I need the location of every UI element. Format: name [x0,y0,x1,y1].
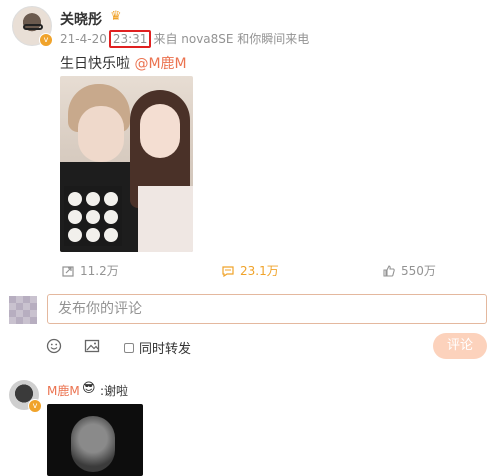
emoji-icon[interactable] [46,338,62,354]
like-count: 550万 [401,264,436,278]
verified-badge-icon: v [39,33,53,47]
author-avatar[interactable]: v [12,6,53,47]
photo-person-face [140,104,180,158]
verified-badge-icon: v [28,399,42,413]
comment-icon [222,265,234,277]
submit-comment-button[interactable]: 评论 [433,333,487,359]
photo-rose-box [64,186,122,246]
forward-checkbox[interactable] [124,342,134,353]
reply-author-name[interactable]: M鹿M [47,382,80,399]
post-time-highlight: 23:31 [108,30,152,48]
forward-icon [62,265,74,277]
photo-person-shirt [138,186,193,252]
post-source: 来自 nova8SE 和你瞬间来电 [153,32,310,46]
reply-text: :谢啦 [100,384,129,398]
reply-emoji: 😎 [82,381,96,396]
author-name[interactable]: 关晓彤 [60,9,102,29]
like-action[interactable]: 550万 [383,262,436,279]
like-icon [383,264,395,277]
post-meta: 21-4-20 23:31 来自 nova8SE 和你瞬间来电 [60,30,309,48]
post-text: 生日快乐啦 @M鹿M [60,53,187,73]
forward-option[interactable]: 同时转发 [124,338,191,357]
photo-person-face [78,106,124,162]
post-date[interactable]: 21-4-20 [60,32,107,46]
reply-author-avatar[interactable]: v [9,380,42,413]
mention-link[interactable]: @M鹿M [134,56,186,72]
image-icon[interactable] [84,338,100,354]
forward-action[interactable]: 11.2万 [62,262,119,279]
forward-count: 11.2万 [80,264,119,278]
post-photo[interactable] [60,76,193,252]
glasses-decoration [23,24,43,30]
comment-count: 23.1万 [240,264,279,278]
reply-image-face [71,416,115,472]
crown-icon: ♛ [110,9,122,24]
my-avatar [9,296,37,324]
post-time[interactable]: 23:31 [113,32,148,46]
forward-option-label: 同时转发 [139,342,192,357]
reply-image[interactable] [47,404,143,476]
comment-input[interactable]: 发布你的评论 [47,294,487,324]
post-text-prefix: 生日快乐啦 [60,56,135,72]
comment-action[interactable]: 23.1万 [222,262,279,279]
